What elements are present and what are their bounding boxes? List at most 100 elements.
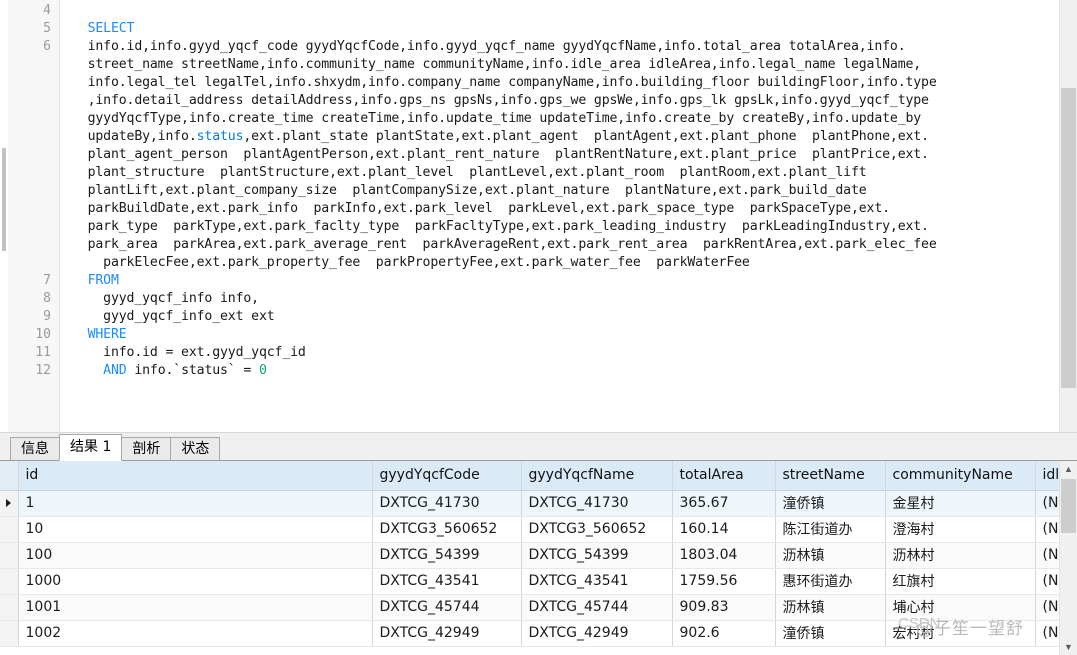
code-line[interactable]: plantLift,ext.plant_company_size plantCo… [72,182,1059,200]
code-line[interactable]: park_type parkType,ext.park_faclty_type … [72,218,1059,236]
table-cell[interactable]: DXTCG_42949 [521,620,673,647]
grid-scroll-thumb[interactable] [1061,479,1076,533]
tab-result-1[interactable]: 结果 1 [59,434,123,461]
scroll-up-arrow-icon[interactable]: ▲ [1060,461,1077,477]
column-header[interactable]: id [18,461,373,491]
row-selector[interactable] [0,542,19,569]
code-line[interactable]: parkBuildDate,ext.park_info parkInfo,ext… [72,200,1059,218]
table-row[interactable]: 1001 DXTCG_45744 DXTCG_45744 909.83 沥林镇 埔心村 (N… [0,594,1059,621]
column-header[interactable]: gyydYqcfName [521,461,673,491]
code-line[interactable]: ,info.detail_address detailAddress,info.… [72,92,1059,110]
table-cell[interactable]: 902.6 [672,620,776,647]
table-cell[interactable]: DXTCG3_560652 [521,516,673,543]
result-grid-body[interactable]: id gyydYqcfCode gyydYqcfName totalArea stree… [0,461,1059,655]
code-line[interactable]: updateBy,info.status,ext.plant_state pla… [72,128,1059,146]
column-header[interactable]: totalArea [672,461,776,491]
code-line[interactable]: park_area parkArea,ext.park_average_rent… [72,236,1059,254]
table-cell[interactable]: 澄海村 [885,516,1036,543]
table-cell[interactable]: DXTCG_41730 [372,490,522,517]
grid-vertical-scrollbar[interactable]: ▲ ▼ [1059,461,1077,655]
table-cell[interactable]: DXTCG_43541 [521,568,673,595]
table-cell[interactable]: 160.14 [672,516,776,543]
table-cell[interactable]: 1001 [18,594,373,621]
code-line[interactable]: gyydYqcfType,info.create_time createTime… [72,110,1059,128]
table-cell[interactable]: 1803.04 [672,542,776,569]
table-cell[interactable]: 1759.56 [672,568,776,595]
column-header[interactable]: idleArea [1035,461,1059,491]
editor-scroll-track[interactable] [1060,0,1077,88]
sql-code-area[interactable]: SELECT info.id,info.gyyd_yqcf_code gyydY… [60,0,1059,432]
code-token: park_area parkArea,ext.park_average_rent… [72,237,937,252]
row-selector[interactable] [0,568,19,595]
table-cell[interactable]: 365.67 [672,490,776,517]
column-header[interactable]: streetName [775,461,886,491]
editor-vertical-scrollbar[interactable] [1059,0,1077,432]
code-line[interactable]: gyyd_yqcf_info info, [72,290,1059,308]
line-number [8,128,59,146]
code-line[interactable]: street_name streetName,info.community_na… [72,56,1059,74]
code-line[interactable]: info.id,info.gyyd_yqcf_code gyydYqcfCode… [72,38,1059,56]
table-cell[interactable]: DXTCG_45744 [372,594,522,621]
table-cell[interactable]: 沥林镇 [775,542,886,569]
line-number: 4 [43,3,51,18]
table-cell[interactable]: 1000 [18,568,373,595]
tab-status[interactable]: 状态 [170,437,221,460]
table-cell[interactable]: DXTCG_45744 [521,594,673,621]
table-cell[interactable]: 潼侨镇 [775,620,886,647]
table-cell[interactable]: (Null) [1035,490,1059,517]
code-line[interactable]: SELECT [72,20,1059,38]
code-line[interactable]: AND info.`status` = 0 [72,362,1059,380]
table-cell[interactable]: 红旗村 [885,568,1036,595]
table-row[interactable]: 1002DXTCG_42949DXTCG_42949902.6潼侨镇宏村村(Nu… [0,620,1059,647]
column-header[interactable]: communityName [885,461,1036,491]
column-header[interactable]: gyydYqcfCode [372,461,522,491]
row-selector[interactable] [0,620,19,647]
table-cell[interactable]: 金星村 [885,490,1036,517]
scroll-down-arrow-icon[interactable]: ▼ [1060,639,1077,655]
table-cell[interactable]: DXTCG_43541 [372,568,522,595]
tab-profile[interactable]: 剖析 [121,437,172,460]
table-cell[interactable]: DXTCG_54399 [521,542,673,569]
table-row[interactable]: 10 DXTCG3_560652 DXTCG3_560652 160.14 陈江街道办澄… [0,516,1059,543]
table-cell[interactable]: DXTCG3_560652 [372,516,522,543]
table-cell[interactable]: 惠环街道办 [775,568,886,595]
table-cell[interactable]: 埔心村 [885,594,1036,621]
table-cell[interactable]: (Null) [1035,620,1059,647]
code-line[interactable]: info.id = ext.gyyd_yqcf_id [72,344,1059,362]
table-cell[interactable]: 10 [18,516,373,543]
table-cell[interactable]: (Null) [1035,516,1059,543]
table-cell[interactable]: DXTCG_42949 [372,620,522,647]
code-line[interactable]: info.legal_tel legalTel,info.shxydm,info… [72,74,1059,92]
table-row[interactable]: 1DXTCG_41730DXTCG_41730365.67潼侨镇金星村(Null… [0,490,1059,517]
code-line[interactable]: gyyd_yqcf_info_ext ext [72,308,1059,326]
code-line[interactable]: WHERE [72,326,1059,344]
table-cell[interactable]: DXTCG_54399 [372,542,522,569]
code-line[interactable]: parkElecFee,ext.park_property_fee parkPr… [72,254,1059,272]
table-row[interactable]: 1000 DXTCG_43541 DXTCG_43541 1759.56 惠环街道办 红旗… [0,568,1059,595]
table-cell[interactable]: (Null) [1035,594,1059,621]
code-line[interactable] [72,2,1059,20]
code-line[interactable]: plant_structure plantStructure,ext.plant… [72,164,1059,182]
table-cell[interactable]: 沥林村 [885,542,1036,569]
tab-info[interactable]: 信息 [10,437,60,460]
table-cell[interactable]: 1002 [18,620,373,647]
left-splitter-rail[interactable] [0,0,8,432]
table-cell[interactable]: 1 [18,490,373,517]
table-cell[interactable]: 陈江街道办 [775,516,886,543]
table-cell[interactable]: (Null) [1035,542,1059,569]
left-splitter-handle[interactable] [2,148,6,251]
row-selector[interactable] [0,516,19,543]
row-selector[interactable] [0,594,19,621]
table-cell[interactable]: (Null) [1035,568,1059,595]
table-cell[interactable]: 潼侨镇 [775,490,886,517]
code-line[interactable]: plant_agent_person plantAgentPerson,ext.… [72,146,1059,164]
table-cell[interactable]: DXTCG_41730 [521,490,673,517]
row-selector[interactable] [0,490,19,517]
table-cell[interactable]: 909.83 [672,594,776,621]
table-cell[interactable]: 沥林镇 [775,594,886,621]
code-line[interactable]: FROM [72,272,1059,290]
table-cell[interactable]: 宏村村 [885,620,1036,647]
table-cell[interactable]: 100 [18,542,373,569]
table-row[interactable]: 100 DXTCG_54399 DXTCG_54399 1803.04 沥林镇 沥林村 (N… [0,542,1059,569]
editor-scroll-thumb[interactable] [1061,88,1076,388]
